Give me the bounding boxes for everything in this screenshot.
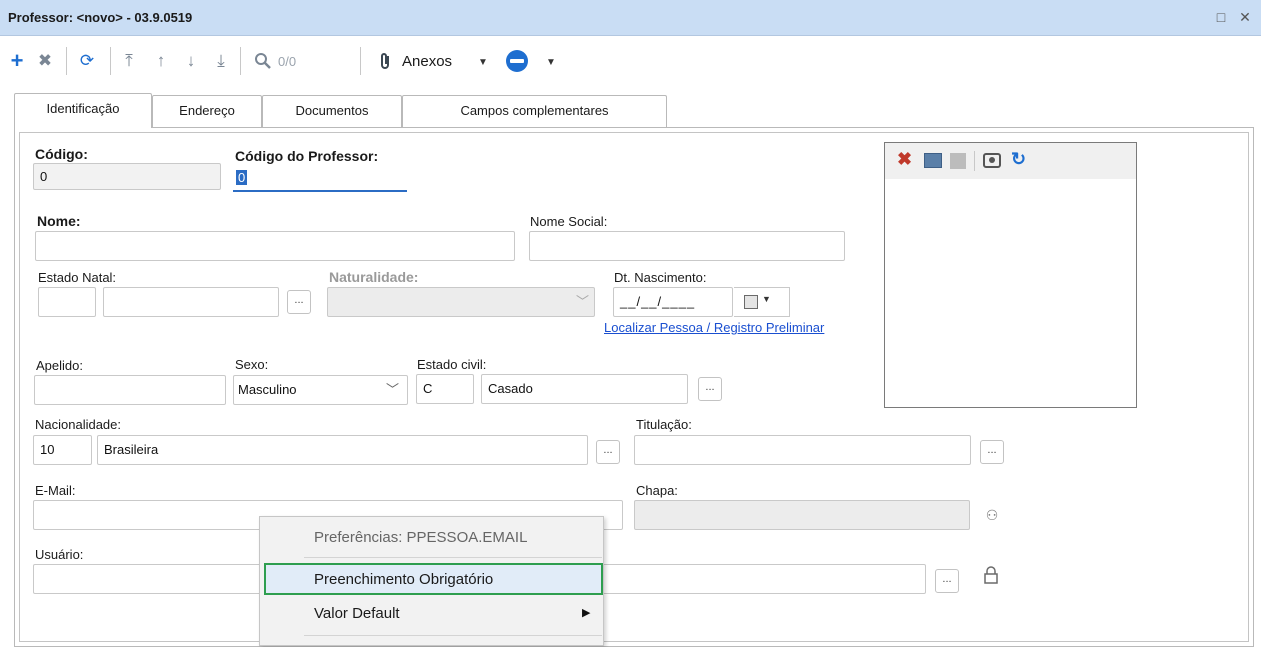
toolbar: + ✖ ⟳ ⤒ ↑ ↓ ⤓ 0/0 Anexos ▼ ▼	[0, 37, 1261, 87]
options-icon[interactable]	[506, 50, 528, 72]
submenu-arrow-icon: ▶	[582, 607, 591, 619]
chevron-down-icon: ▼	[762, 294, 771, 304]
menu-item-label: Valor Default	[314, 605, 400, 622]
paperclip-icon[interactable]	[374, 49, 396, 73]
chevron-down-icon: ﹀	[576, 294, 590, 309]
naturalidade-select: ﹀	[327, 287, 595, 317]
sexo-label: Sexo:	[235, 357, 269, 372]
attachments-dropdown-icon[interactable]: ▼	[478, 57, 488, 68]
context-menu: Preferências: PPESSOA.EMAIL Preenchiment…	[259, 516, 604, 646]
add-icon[interactable]: +	[6, 49, 28, 73]
first-record-icon[interactable]: ⤒	[118, 49, 140, 73]
window-title-bar: Professor: <novo> - 03.9.0519 □ ✕	[0, 0, 1261, 36]
codigo-professor-field[interactable]: 0	[233, 166, 407, 192]
estado-civil-name-field[interactable]: Casado	[481, 374, 688, 404]
menu-separator	[304, 635, 602, 636]
codigo-professor-label: Código do Professor:	[235, 148, 379, 164]
usuario-label: Usuário:	[35, 547, 84, 562]
tab-identificacao[interactable]: Identificação	[14, 93, 152, 128]
page-counter: 0/0	[278, 54, 297, 69]
apelido-field[interactable]	[34, 375, 226, 405]
last-record-icon[interactable]: ⤓	[210, 49, 232, 73]
toolbar-separator	[66, 47, 67, 75]
save-photo-icon[interactable]	[950, 153, 966, 169]
titulacao-lookup-button[interactable]: ...	[980, 440, 1004, 464]
codigo-label: Código:	[35, 146, 88, 162]
toolbar-separator	[240, 47, 241, 75]
people-icon[interactable]: ⚇	[980, 503, 1004, 527]
menu-item-preenchimento-obrigatorio[interactable]: Preenchimento Obrigatório	[264, 563, 603, 595]
image-icon[interactable]	[924, 153, 942, 168]
toolbar-separator	[360, 47, 361, 75]
tab-documentos[interactable]: Documentos	[262, 95, 402, 127]
delete-photo-icon[interactable]: ✖	[897, 149, 912, 170]
calendar-icon	[744, 295, 758, 309]
options-dropdown-icon[interactable]: ▼	[546, 57, 556, 68]
sexo-value: Masculino	[238, 382, 297, 397]
tab-endereco[interactable]: Endereço	[152, 95, 262, 127]
localizar-pessoa-link[interactable]: Localizar Pessoa / Registro Preliminar	[604, 320, 824, 335]
tab-campos-complementares[interactable]: Campos complementares	[402, 95, 667, 127]
camera-icon[interactable]	[983, 153, 1001, 168]
previous-record-icon[interactable]: ↑	[150, 49, 172, 73]
nome-social-label: Nome Social:	[530, 214, 608, 229]
nome-social-field[interactable]	[529, 231, 845, 261]
toolbar-separator	[110, 47, 111, 75]
menu-item-label: Preenchimento Obrigatório	[314, 571, 494, 588]
close-button[interactable]: ✕	[1236, 8, 1254, 26]
rotate-icon[interactable]: ↻	[1011, 149, 1026, 170]
estado-civil-code-field[interactable]: C	[416, 374, 474, 404]
lock-icon[interactable]	[979, 566, 1003, 590]
estado-civil-label: Estado civil:	[417, 357, 487, 372]
attachments-button[interactable]: Anexos	[402, 53, 452, 70]
dt-nascimento-label: Dt. Nascimento:	[614, 270, 707, 285]
maximize-button[interactable]: □	[1212, 8, 1230, 26]
calendar-button[interactable]: ▼	[734, 287, 790, 317]
nome-field[interactable]	[35, 231, 515, 261]
search-icon[interactable]	[252, 49, 274, 73]
chapa-label: Chapa:	[636, 483, 678, 498]
dt-nascimento-field[interactable]: __/__/____	[613, 287, 733, 317]
nacionalidade-code-field[interactable]: 10	[33, 435, 92, 465]
estado-natal-lookup-button[interactable]: ...	[287, 290, 311, 314]
estado-natal-label: Estado Natal:	[38, 270, 117, 285]
delete-icon[interactable]: ✖	[34, 49, 56, 73]
codigo-professor-value: 0	[236, 170, 248, 185]
naturalidade-label: Naturalidade:	[329, 269, 419, 285]
nome-label: Nome:	[37, 213, 81, 229]
sexo-select[interactable]: Masculino ﹀	[233, 375, 408, 405]
context-menu-header: Preferências: PPESSOA.EMAIL	[314, 529, 528, 546]
estado-civil-lookup-button[interactable]: ...	[698, 377, 722, 401]
email-label: E-Mail:	[35, 483, 76, 498]
menu-item-valor-default[interactable]: Valor Default ▶	[264, 599, 603, 629]
next-record-icon[interactable]: ↓	[180, 49, 202, 73]
refresh-icon[interactable]: ⟳	[76, 49, 98, 73]
nacionalidade-name-field[interactable]: Brasileira	[97, 435, 588, 465]
chevron-down-icon: ﹀	[386, 382, 400, 397]
nacionalidade-lookup-button[interactable]: ...	[596, 440, 620, 464]
photo-toolbar: ✖ ↻	[885, 143, 1136, 179]
estado-natal-code-field[interactable]	[38, 287, 96, 317]
photo-panel	[884, 142, 1137, 408]
apelido-label: Apelido:	[36, 358, 83, 373]
titulacao-field[interactable]	[634, 435, 971, 465]
usuario-lookup-button[interactable]: ...	[935, 569, 959, 593]
codigo-field[interactable]: 0	[33, 163, 221, 190]
titulacao-label: Titulação:	[636, 417, 692, 432]
menu-separator	[304, 557, 602, 558]
nacionalidade-label: Nacionalidade:	[35, 417, 122, 432]
photo-toolbar-separator	[974, 151, 975, 171]
chapa-field	[634, 500, 970, 530]
estado-natal-name-field[interactable]	[103, 287, 279, 317]
window-title: Professor: <novo> - 03.9.0519	[8, 10, 193, 25]
